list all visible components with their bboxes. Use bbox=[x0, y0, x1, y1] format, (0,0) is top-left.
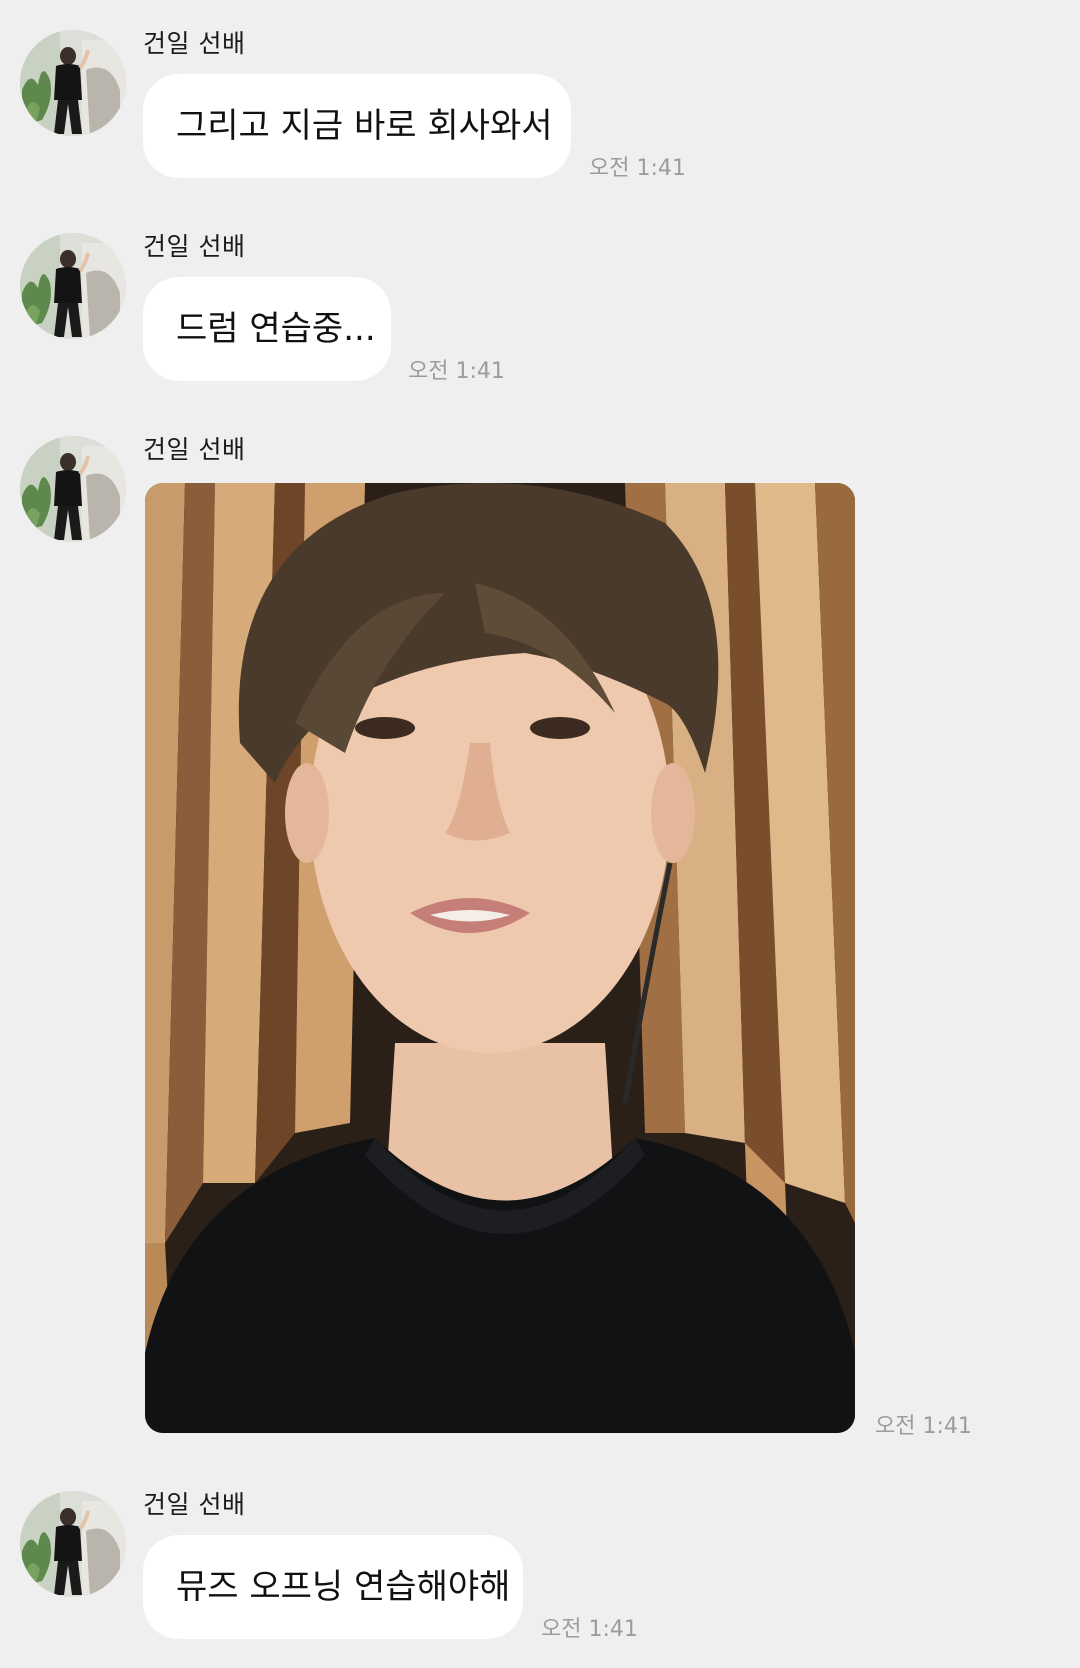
avatar-image bbox=[20, 233, 126, 339]
photo-message[interactable] bbox=[145, 483, 855, 1433]
selfie-photo bbox=[145, 483, 855, 1433]
avatar[interactable] bbox=[20, 1491, 126, 1597]
avatar-image bbox=[20, 436, 126, 542]
avatar[interactable] bbox=[20, 30, 126, 136]
avatar-image bbox=[20, 1491, 126, 1597]
message-time: 오전 1:41 bbox=[408, 359, 505, 384]
message-time: 오전 1:41 bbox=[541, 1617, 638, 1642]
message-bubble[interactable]: 드럼 연습중... bbox=[143, 277, 391, 381]
sender-name: 건일 선배 bbox=[143, 29, 246, 58]
message-time: 오전 1:41 bbox=[589, 156, 686, 181]
message-bubble[interactable]: 그리고 지금 바로 회사와서 bbox=[143, 74, 571, 178]
sender-name: 건일 선배 bbox=[143, 1490, 246, 1519]
avatar[interactable] bbox=[20, 233, 126, 339]
message-bubble[interactable]: 뮤즈 오프닝 연습해야해 bbox=[143, 1535, 523, 1639]
avatar[interactable] bbox=[20, 436, 126, 542]
sender-name: 건일 선배 bbox=[143, 435, 246, 464]
avatar-image bbox=[20, 30, 126, 136]
message-time: 오전 1:41 bbox=[875, 1414, 972, 1439]
sender-name: 건일 선배 bbox=[143, 232, 246, 261]
